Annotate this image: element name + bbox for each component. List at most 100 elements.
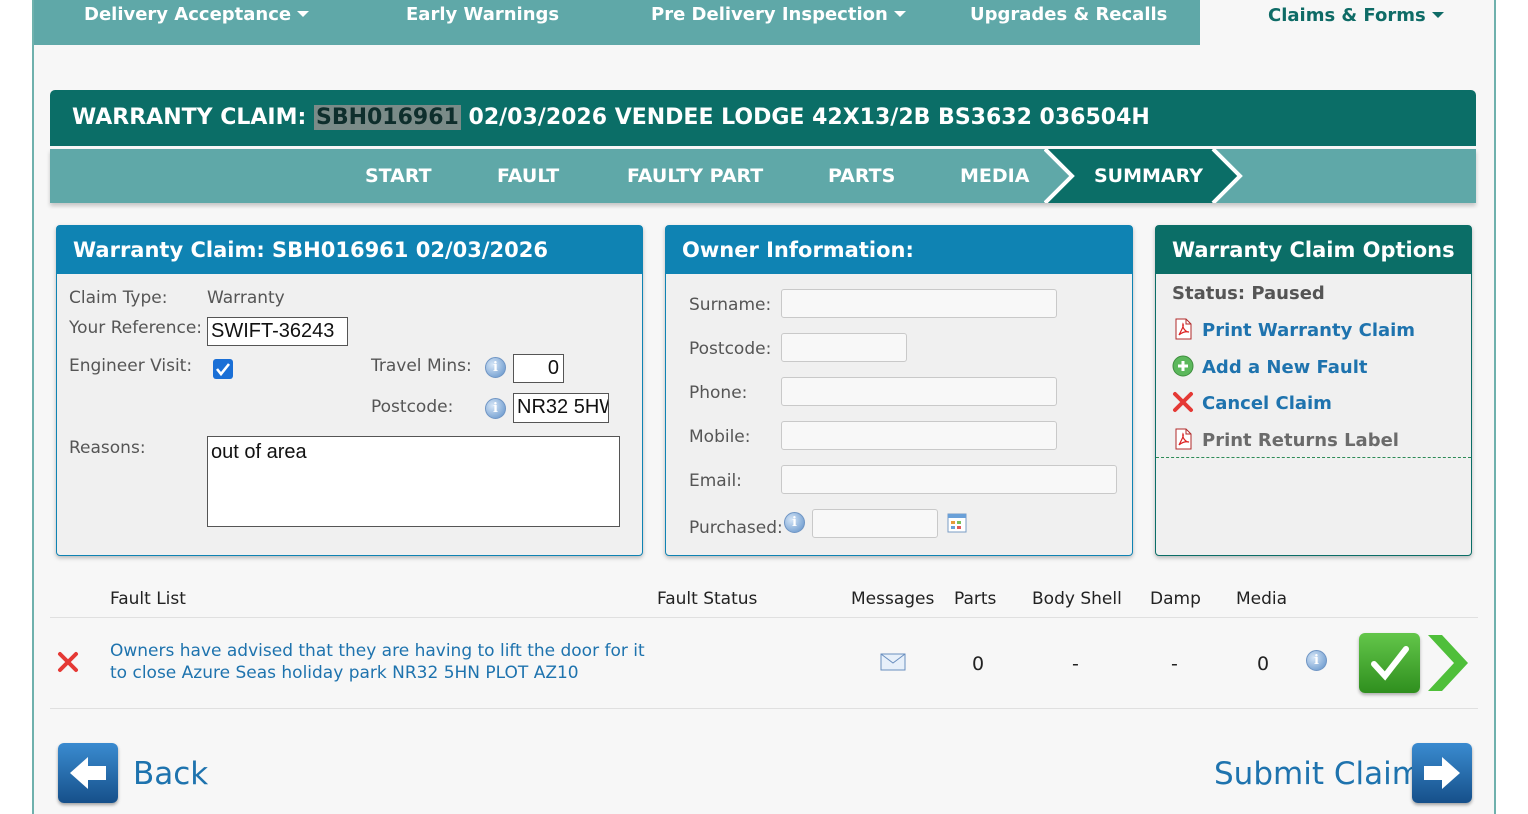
step-summary[interactable]: SUMMARY [1094, 149, 1203, 203]
step-parts[interactable]: PARTS [828, 149, 895, 203]
warranty-claim-panel: Warranty Claim: SBH016961 02/03/2026 Cla… [56, 225, 643, 556]
fault-status-header: Fault Status [657, 589, 758, 609]
your-reference-input[interactable]: SWIFT-36243 [207, 317, 348, 346]
print-returns-label-text: Print Returns Label [1202, 430, 1399, 451]
pdf-icon [1175, 318, 1192, 340]
surname-input[interactable] [781, 289, 1057, 318]
body-shell-value: - [1072, 653, 1079, 675]
step-fault[interactable]: FAULT [497, 149, 559, 203]
options-divider [1156, 457, 1471, 458]
pdf-icon [1175, 428, 1192, 450]
email-input[interactable] [781, 465, 1117, 494]
info-icon[interactable]: i [784, 512, 805, 533]
parts-count: 0 [972, 653, 985, 675]
postcode-input[interactable]: NR32 5HW [513, 393, 609, 423]
cancel-claim-link[interactable]: Cancel Claim [1172, 391, 1332, 414]
reasons-label: Reasons: [69, 438, 146, 458]
table-header-divider [50, 617, 1478, 618]
caret-down-icon [893, 11, 906, 17]
caret-down-icon [297, 11, 310, 17]
engineer-visit-label: Engineer Visit: [69, 356, 193, 376]
info-icon[interactable]: i [485, 398, 506, 419]
travel-mins-label: Travel Mins: [371, 356, 472, 376]
owner-information-panel: Owner Information: Surname: Postcode: Ph… [665, 225, 1133, 556]
owner-postcode-input[interactable] [781, 333, 907, 362]
engineer-visit-checkbox[interactable] [213, 359, 233, 379]
info-icon[interactable]: i [1306, 650, 1327, 671]
nav-label: Early Warnings [406, 4, 560, 25]
media-header: Media [1236, 589, 1288, 609]
claim-type-label: Claim Type: [69, 288, 168, 308]
print-returns-label-link[interactable]: Print Returns Label [1172, 428, 1399, 451]
your-reference-label: Your Reference: [69, 318, 203, 338]
back-link[interactable]: Back [133, 756, 208, 792]
fault-description-link[interactable]: Owners have advised that they are having… [110, 640, 650, 684]
travel-mins-input[interactable]: 0 [513, 354, 564, 383]
owner-information-title: Owner Information: [666, 226, 1132, 274]
app-frame: Delivery Acceptance Early Warnings Pre D… [32, 0, 1496, 814]
nav-label: Pre Delivery Inspection [651, 4, 888, 25]
submit-claim-link[interactable]: Submit Claim [1214, 756, 1422, 792]
print-warranty-claim-label: Print Warranty Claim [1202, 320, 1416, 341]
step-start[interactable]: START [365, 149, 432, 203]
purchased-label: Purchased: [689, 518, 783, 538]
nav-pre-delivery-inspection[interactable]: Pre Delivery Inspection [651, 0, 906, 45]
purchased-date-input[interactable] [812, 509, 938, 538]
add-circle-icon [1172, 355, 1194, 377]
surname-label: Surname: [689, 295, 772, 315]
message-envelope-icon[interactable] [880, 653, 906, 671]
back-button[interactable] [58, 743, 118, 803]
arrow-right-icon [1424, 757, 1460, 789]
nav-label: Delivery Acceptance [84, 4, 292, 25]
warranty-claim-panel-title: Warranty Claim: SBH016961 02/03/2026 [57, 226, 642, 274]
print-warranty-claim-link[interactable]: Print Warranty Claim [1172, 318, 1415, 341]
messages-header: Messages [851, 589, 935, 609]
info-icon[interactable]: i [485, 357, 506, 378]
parts-header: Parts [954, 589, 997, 609]
options-panel-title: Warranty Claim Options [1156, 226, 1471, 274]
media-count: 0 [1257, 653, 1270, 675]
owner-postcode-label: Postcode: [689, 339, 772, 359]
add-new-fault-label: Add a New Fault [1202, 357, 1368, 378]
claim-status: Status: Paused [1172, 283, 1325, 304]
nav-label: Claims & Forms [1268, 5, 1426, 26]
phone-label: Phone: [689, 383, 748, 403]
postcode-label: Postcode: [371, 397, 454, 417]
claim-header: WARRANTY CLAIM: SBH016961 02/03/2026 VEN… [50, 90, 1476, 146]
step-bar: START FAULT FAULTY PART PARTS MEDIA SUMM… [50, 149, 1476, 203]
step-faulty-part[interactable]: FAULTY PART [627, 149, 763, 203]
top-navigation: Delivery Acceptance Early Warnings Pre D… [34, 0, 1494, 45]
nav-upgrades-recalls[interactable]: Upgrades & Recalls [970, 0, 1167, 45]
calendar-icon[interactable] [947, 513, 967, 533]
email-label: Email: [689, 471, 742, 491]
cancel-x-icon [1173, 392, 1193, 412]
nav-early-warnings[interactable]: Early Warnings [406, 0, 559, 45]
fault-complete-button[interactable] [1359, 633, 1420, 693]
mobile-label: Mobile: [689, 427, 751, 447]
fault-list-header: Fault List [110, 589, 186, 609]
warranty-claim-options-panel: Warranty Claim Options Status: Paused Pr… [1155, 225, 1472, 556]
table-row-divider [50, 708, 1478, 709]
damp-header: Damp [1150, 589, 1201, 609]
claim-header-details: 02/03/2026 VENDEE LODGE 42X13/2B BS3632 … [468, 105, 1150, 130]
arrow-left-icon [70, 757, 106, 789]
delete-fault-icon[interactable] [57, 651, 79, 673]
nav-delivery-acceptance[interactable]: Delivery Acceptance [84, 0, 310, 45]
claim-header-prefix: WARRANTY CLAIM: [72, 105, 307, 130]
check-icon [1371, 646, 1409, 681]
mobile-input[interactable] [781, 421, 1057, 450]
claim-type-value: Warranty [207, 288, 285, 308]
caret-down-icon [1431, 12, 1444, 18]
damp-value: - [1171, 653, 1178, 675]
step-media[interactable]: MEDIA [960, 149, 1029, 203]
add-new-fault-link[interactable]: Add a New Fault [1172, 355, 1368, 378]
reasons-textarea[interactable]: out of area [207, 436, 620, 527]
body-shell-header: Body Shell [1032, 589, 1122, 609]
cancel-claim-label: Cancel Claim [1202, 393, 1332, 414]
phone-input[interactable] [781, 377, 1057, 406]
checkmark-icon [215, 363, 231, 377]
chevron-right-icon[interactable] [1426, 633, 1470, 693]
submit-claim-button[interactable] [1412, 743, 1472, 803]
nav-label: Upgrades & Recalls [970, 4, 1168, 25]
nav-claims-forms[interactable]: Claims & Forms [1200, 0, 1494, 45]
